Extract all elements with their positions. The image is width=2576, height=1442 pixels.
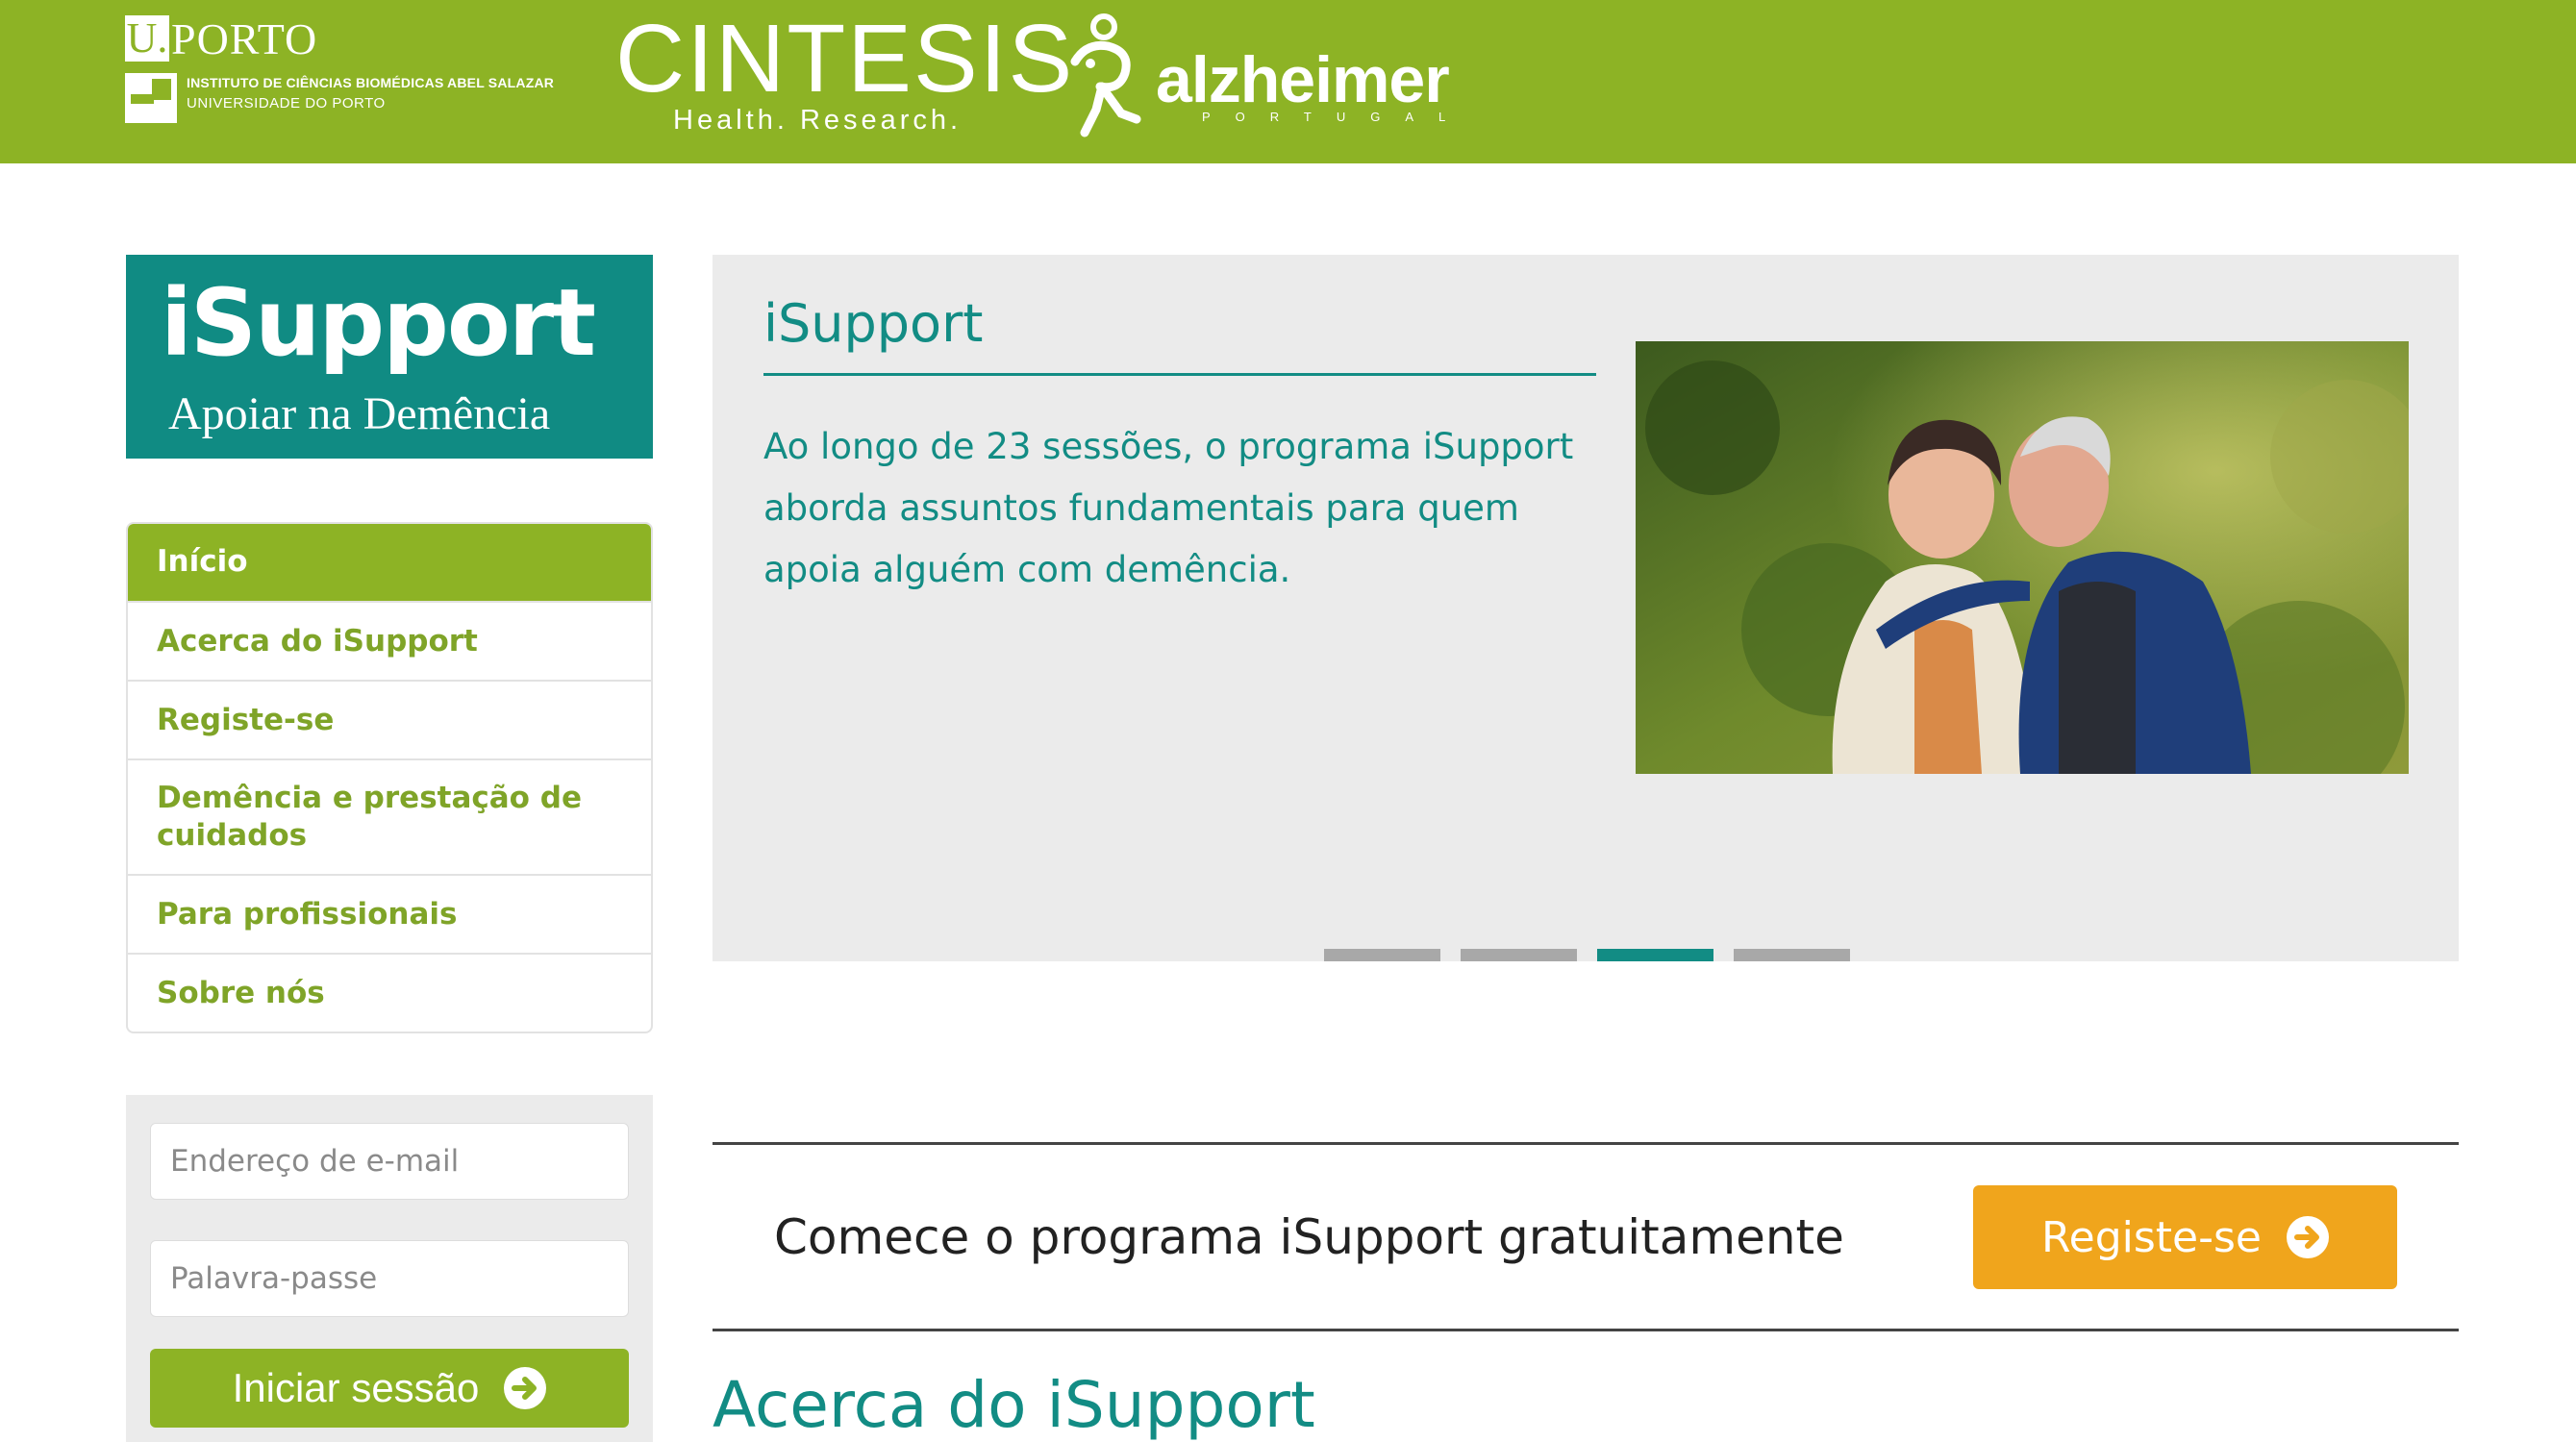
cintesis-tagline: Health. Research. xyxy=(673,105,963,136)
slide-photo xyxy=(1636,341,2409,774)
alzheimer-sub: PORTUGAL xyxy=(1202,110,1471,124)
uporto-emblem-icon xyxy=(125,73,177,123)
slide-title: iSupport xyxy=(763,293,984,354)
sidebar-nav: Início Acerca do iSupport Registe-se Dem… xyxy=(126,522,653,1033)
carousel-dot-3[interactable] xyxy=(1597,949,1713,961)
alzheimer-figure-icon xyxy=(1070,13,1141,137)
arrow-right-circle-icon xyxy=(504,1367,547,1409)
alzheimer-portugal-logo[interactable]: alzheimer PORTUGAL xyxy=(1058,10,1481,144)
carousel-indicators xyxy=(1324,949,1850,961)
login-form: Iniciar sessão xyxy=(126,1095,653,1442)
nav-item-acerca[interactable]: Acerca do iSupport xyxy=(128,601,651,680)
uporto-logo[interactable]: U. PORTO INSTITUTO DE CIÊNCIAS BIOMÉDICA… xyxy=(125,13,577,129)
carousel-dot-2[interactable] xyxy=(1461,949,1577,961)
nav-item-profissionais[interactable]: Para profissionais xyxy=(128,874,651,953)
carousel-dot-4[interactable] xyxy=(1734,949,1850,961)
arrow-right-circle-icon xyxy=(2286,1216,2329,1258)
brand-title: iSupport xyxy=(161,269,596,377)
cta-text: Comece o programa iSupport gratuitamente xyxy=(774,1209,1844,1265)
brand-subtitle: Apoiar na Demência xyxy=(168,388,551,439)
cta-divider-bottom xyxy=(713,1329,2459,1331)
about-section-heading: Acerca do iSupport xyxy=(713,1368,1315,1442)
nav-item-sobre-nos[interactable]: Sobre nós xyxy=(128,953,651,1032)
header-bar: U. PORTO INSTITUTO DE CIÊNCIAS BIOMÉDICA… xyxy=(0,0,2576,163)
isupport-brand-logo[interactable]: iSupport Apoiar na Demência xyxy=(126,255,653,459)
uporto-porto-text: PORTO xyxy=(171,14,318,63)
login-button-label: Iniciar sessão xyxy=(232,1365,480,1410)
slide-text: Ao longo de 23 sessões, o programa iSupp… xyxy=(763,426,1574,590)
password-input[interactable] xyxy=(150,1240,629,1317)
uporto-university: UNIVERSIDADE DO PORTO xyxy=(187,95,386,112)
email-input[interactable] xyxy=(150,1123,629,1200)
carousel-dot-1[interactable] xyxy=(1324,949,1440,961)
cintesis-name: CINTESIS xyxy=(615,5,1075,112)
uporto-u-mark: U. xyxy=(125,14,169,62)
uporto-institute: INSTITUTO DE CIÊNCIAS BIOMÉDICAS ABEL SA… xyxy=(187,75,555,90)
cta-divider-top xyxy=(713,1142,2459,1145)
nav-item-inicio[interactable]: Início xyxy=(128,524,651,601)
slide-divider xyxy=(763,373,1596,376)
register-button[interactable]: Registe-se xyxy=(1973,1185,2397,1289)
nav-item-demencia[interactable]: Demência e prestação de cuidados xyxy=(128,758,651,874)
cintesis-logo[interactable]: CINTESIS Health. Research. xyxy=(615,6,1072,140)
alzheimer-name: alzheimer xyxy=(1156,43,1450,116)
login-button[interactable]: Iniciar sessão xyxy=(150,1349,629,1428)
hero-carousel: iSupport Ao longo de 23 sessões, o progr… xyxy=(713,255,2459,961)
register-button-label: Registe-se xyxy=(2041,1212,2262,1262)
nav-item-registe-se[interactable]: Registe-se xyxy=(128,680,651,758)
